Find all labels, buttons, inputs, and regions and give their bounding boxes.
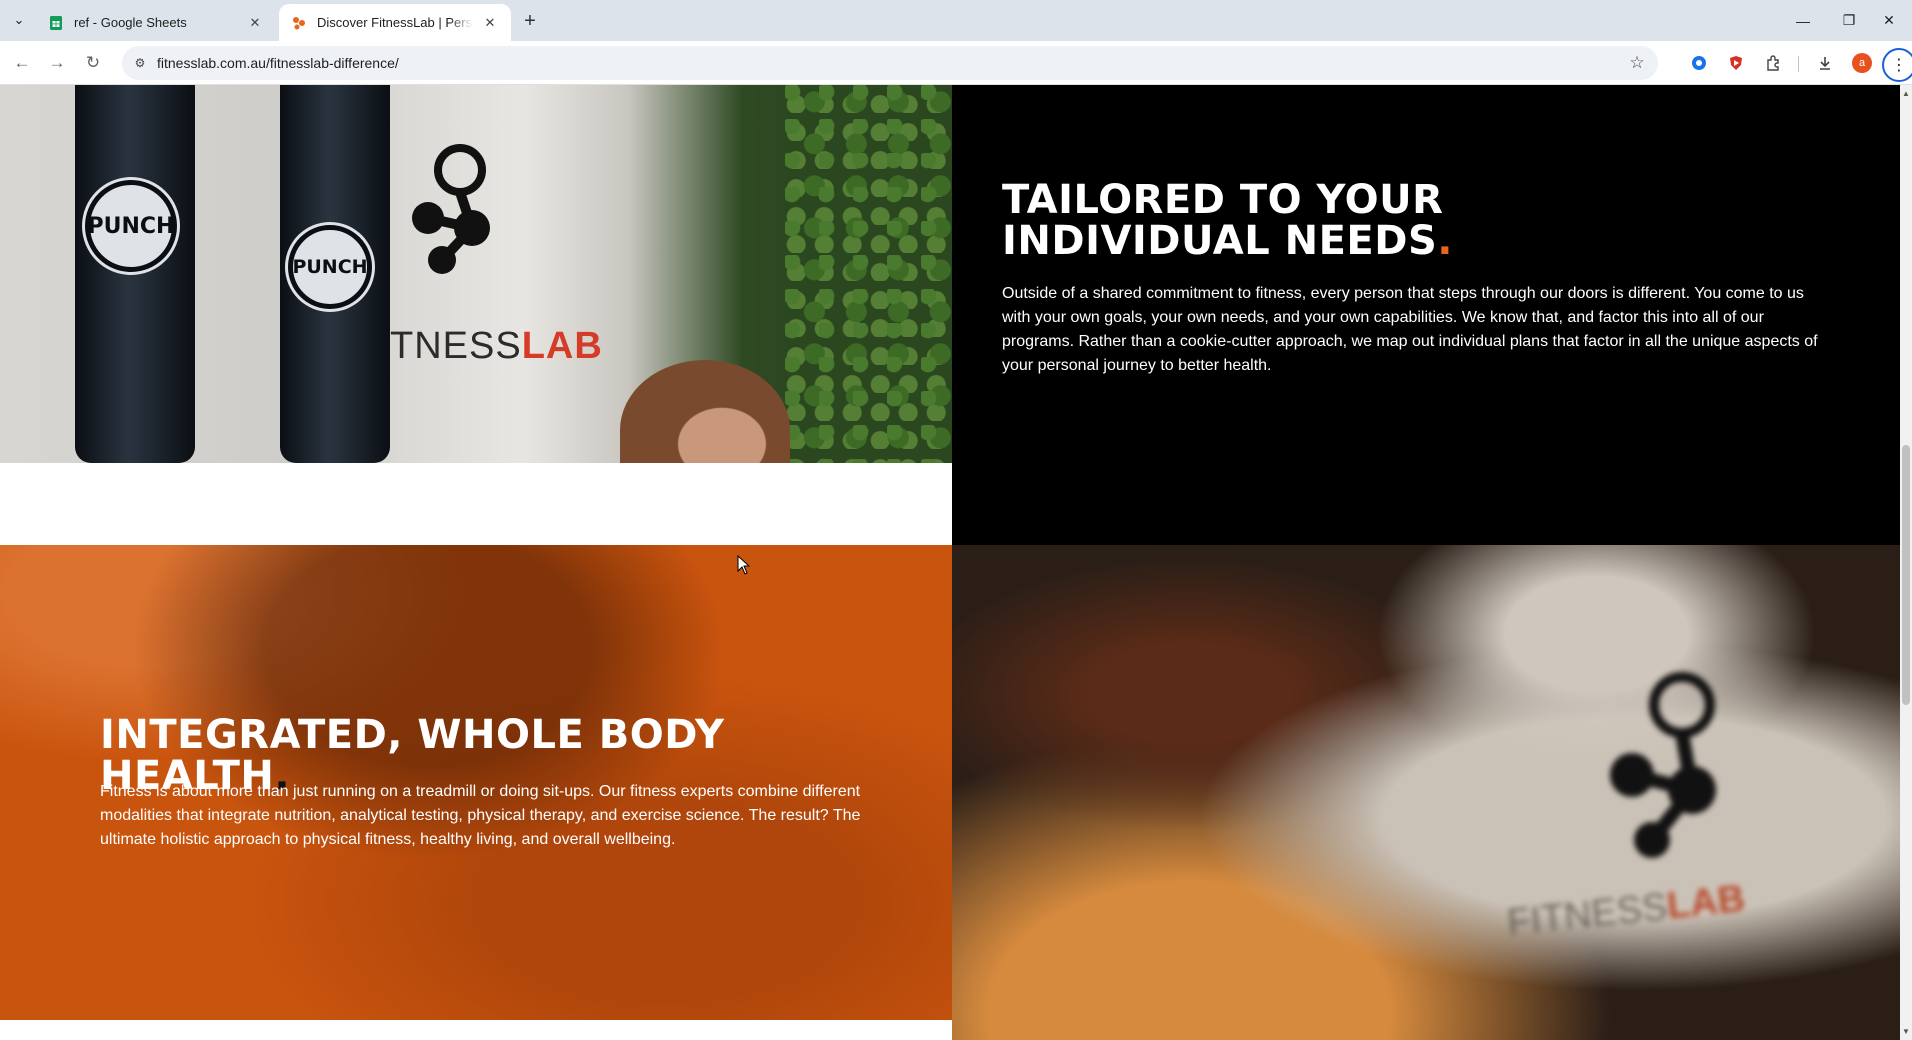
- punch-badge-logo: PUNCH: [85, 180, 177, 272]
- address-bar[interactable]: ⚙ fitnesslab.com.au/fitnesslab-differenc…: [122, 46, 1658, 80]
- wall-signage-prefix: TNESS: [390, 325, 522, 367]
- download-icon[interactable]: [1814, 52, 1836, 74]
- wall-signage: TNESSLAB: [390, 325, 603, 368]
- blurred-boxing-photo: FITNESSLAB: [952, 545, 1900, 1040]
- punching-bag: PUNCH: [75, 85, 195, 463]
- green-wall-decor: [785, 85, 952, 463]
- close-window-icon[interactable]: ✕: [1866, 0, 1912, 41]
- extensions-puzzle-icon[interactable]: [1762, 52, 1784, 74]
- gym-interior-photo: PUNCH PUNCH TNESSLAB: [0, 85, 952, 463]
- tab-strip: ⌄ ref - Google Sheets ✕ Discover Fitness…: [0, 0, 1912, 41]
- wall-signage-suffix: LAB: [521, 325, 603, 367]
- page-scrollbar[interactable]: ▲ ▼: [1900, 85, 1912, 1040]
- section-body: Outside of a shared commitment to fitnes…: [1002, 285, 1818, 374]
- minimize-icon[interactable]: —: [1780, 0, 1826, 41]
- spacer: [0, 1020, 952, 1040]
- site-info-icon[interactable]: ⚙: [130, 53, 150, 73]
- back-icon[interactable]: ←: [8, 49, 36, 77]
- extension-shield-icon[interactable]: [1725, 52, 1747, 74]
- punching-bag: PUNCH: [280, 85, 390, 463]
- punch-badge-logo: PUNCH: [288, 225, 372, 309]
- url-text[interactable]: fitnesslab.com.au/fitnesslab-difference/: [157, 55, 399, 71]
- browser-toolbar: ← → ↻ ⚙ fitnesslab.com.au/fitnesslab-dif…: [0, 41, 1912, 85]
- fitnesslab-molecule-logo: [1610, 672, 1716, 858]
- integrated-section: INTEGRATED, WHOLE BODY HEALTH. Fitness i…: [0, 545, 952, 1020]
- page-viewport: PUNCH PUNCH TNESSLAB TAILORED TO YOUR IN…: [0, 85, 1900, 1040]
- blurred-signage-suffix: LAB: [1664, 877, 1748, 928]
- profile-avatar[interactable]: a: [1852, 53, 1872, 73]
- google-sheets-icon: [50, 15, 62, 30]
- browser-menu-icon[interactable]: ⋮: [1882, 48, 1912, 82]
- close-tab-icon[interactable]: ✕: [481, 14, 499, 32]
- blurred-signage-prefix: FITNESS: [1505, 885, 1670, 945]
- blurred-signage: FITNESSLAB: [1505, 878, 1747, 946]
- new-tab-icon[interactable]: +: [518, 9, 542, 33]
- tab-search-dropdown-icon[interactable]: ⌄: [6, 8, 32, 32]
- tailored-section: TAILORED TO YOUR INDIVIDUAL NEEDS. Outsi…: [952, 85, 1900, 545]
- scrollbar-thumb[interactable]: [1902, 445, 1910, 705]
- toolbar-separator: [1798, 56, 1799, 72]
- fitnesslab-molecule-logo: [412, 144, 490, 274]
- tab-google-sheets[interactable]: ref - Google Sheets ✕: [36, 4, 276, 41]
- section-heading-text: TAILORED TO YOUR INDIVIDUAL NEEDS: [1002, 177, 1444, 264]
- fitnesslab-favicon-icon: [293, 16, 305, 29]
- spacer: [0, 463, 952, 545]
- close-tab-icon[interactable]: ✕: [246, 14, 264, 32]
- reload-icon[interactable]: ↻: [79, 49, 107, 77]
- heading-accent-dot: .: [1437, 218, 1453, 264]
- tab-title: ref - Google Sheets: [74, 15, 187, 30]
- bookmark-star-icon[interactable]: ☆: [1626, 52, 1648, 74]
- section-heading: TAILORED TO YOUR INDIVIDUAL NEEDS.: [1002, 180, 1722, 262]
- woman-photo-subject: [620, 360, 790, 463]
- section-body: Fitness is about more than just running …: [100, 783, 861, 848]
- tab-fitnesslab[interactable]: Discover FitnessLab | Personal Training …: [279, 4, 511, 41]
- tab-title: Discover FitnessLab | Personal Training: [317, 15, 473, 30]
- scroll-down-icon[interactable]: ▼: [1902, 1027, 1910, 1036]
- forward-icon[interactable]: →: [43, 49, 71, 77]
- scroll-up-icon[interactable]: ▲: [1902, 89, 1910, 98]
- extension-blue-icon[interactable]: [1688, 52, 1710, 74]
- mouse-cursor-icon: [737, 555, 751, 575]
